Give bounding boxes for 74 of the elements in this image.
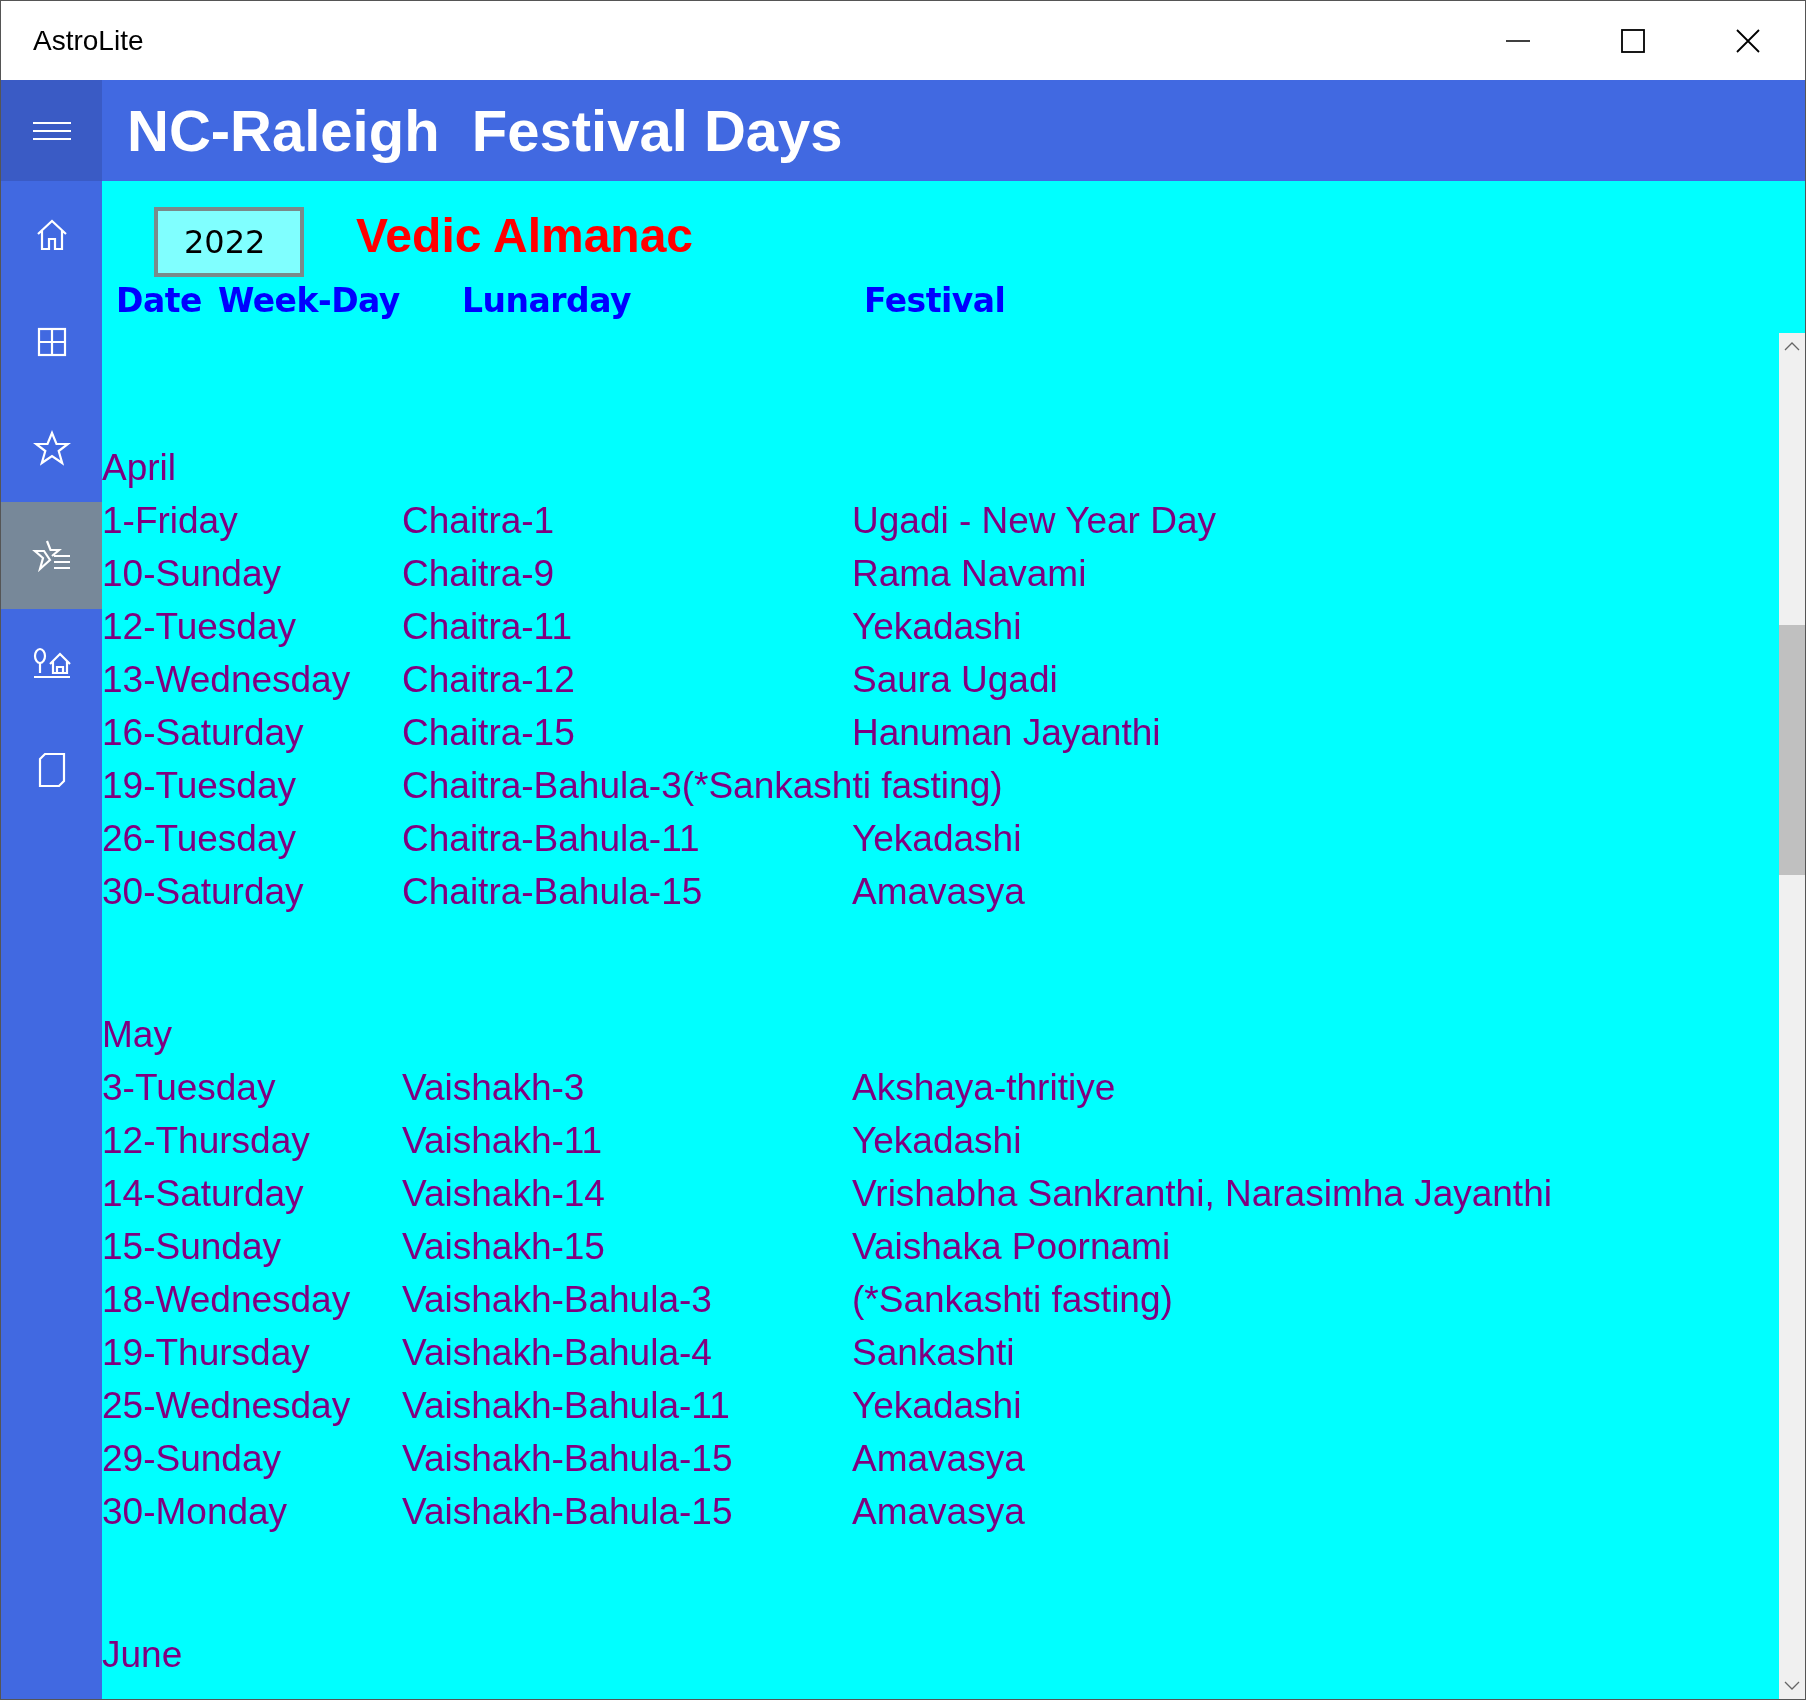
date-cell-text: 10-Sunday <box>102 552 281 596</box>
festival-cell-text: Sankashti <box>852 1331 1015 1375</box>
lunarday-cell-text: Vaishakh-Bahula-4 <box>402 1331 712 1375</box>
date-cell-text: 14-Saturday <box>102 1172 304 1216</box>
lunarday-cell-text: Chaitra-1 <box>402 499 555 543</box>
month-heading: April <box>102 446 177 490</box>
maximize-icon <box>1619 27 1646 54</box>
month-heading: May <box>102 1013 172 1057</box>
month-heading: June <box>102 1633 183 1677</box>
festival-cell-text: Saura Ugadi <box>852 658 1058 702</box>
date-cell-text: 12-Thursday <box>102 1119 310 1163</box>
year-field[interactable]: 2022 <box>154 207 304 277</box>
date-cell-text: 18-Wednesday <box>102 1278 351 1322</box>
festival-cell-text: Amavasya <box>852 1490 1025 1534</box>
festival-cell-text: Vrishabha Sankranthi, Narasimha Jayanthi <box>852 1172 1552 1216</box>
festival-cell-text: Yekadashi <box>852 1384 1022 1428</box>
date-cell-text: 30-Saturday <box>102 870 304 914</box>
date-cell-text: 3-Tuesday <box>102 1066 276 1110</box>
lunarday-cell-text: Vaishakh-3 <box>402 1066 585 1110</box>
column-header: Lunarday <box>462 281 631 320</box>
festival-cell-text: Yekadashi <box>852 817 1022 861</box>
lunarday-cell-text: Chaitra-11 <box>402 605 572 649</box>
scroll-thumb[interactable] <box>1779 625 1805 875</box>
festival-cell-text: Vaishaka Poornami <box>852 1225 1171 1269</box>
festival-cell-text: (*Sankashti fasting) <box>852 1278 1173 1322</box>
date-cell-text: 30-Monday <box>102 1490 288 1534</box>
lunarday-cell-text: Vaishakh-15 <box>402 1225 605 1269</box>
festival-cell-text: Akshaya-thritiye <box>852 1066 1116 1110</box>
almanac-title: Vedic Almanac <box>356 207 694 263</box>
scrollbar[interactable] <box>1779 333 1805 1699</box>
date-cell-text: 16-Saturday <box>102 711 304 755</box>
festival-cell-text: Yekadashi <box>852 605 1022 649</box>
date-cell-text: 15-Sunday <box>102 1225 281 1269</box>
date-cell-text: 1-Friday <box>102 499 238 543</box>
grid-icon <box>35 325 68 358</box>
date-cell-text: 29-Sunday <box>102 1437 281 1481</box>
date-cell-text: 19-Tuesday <box>102 764 296 808</box>
column-header: Date <box>116 281 202 320</box>
column-header: Festival <box>864 281 1006 320</box>
lunarday-cell-text: Vaishakh-11 <box>402 1119 603 1163</box>
lunarday-cell-text: Chaitra-Bahula-3(*Sankashti fasting) <box>402 764 1003 808</box>
date-cell-text: 25-Wednesday <box>102 1384 351 1428</box>
page-icon <box>36 750 67 789</box>
festival-cell-text: Rama Navami <box>852 552 1087 596</box>
festival-cell-text: Ugadi - New Year Day <box>852 499 1217 543</box>
date-cell-text: 12-Tuesday <box>102 605 296 649</box>
minimize-icon <box>1504 39 1531 42</box>
window-title: AstroLite <box>33 24 144 57</box>
date-cell-text: 19-Thursday <box>102 1331 310 1375</box>
page-title: NC-Raleigh Festival Days <box>127 97 843 164</box>
festival-cell-text: Amavasya <box>852 870 1025 914</box>
scroll-up-icon[interactable] <box>1784 341 1800 351</box>
lunarday-cell-text: Vaishakh-Bahula-15 <box>402 1490 733 1534</box>
lunarday-cell-text: Chaitra-9 <box>402 552 555 596</box>
scroll-down-icon[interactable] <box>1784 1681 1800 1691</box>
lunarday-cell-text: Chaitra-Bahula-11 <box>402 817 700 861</box>
lunarday-cell-text: Vaishakh-14 <box>402 1172 605 1216</box>
lunarday-cell-text: Chaitra-12 <box>402 658 575 702</box>
star-icon <box>32 429 71 468</box>
lunarday-cell-text: Vaishakh-Bahula-11 <box>402 1384 730 1428</box>
lunarday-cell-text: Chaitra-Bahula-15 <box>402 870 703 914</box>
date-cell-text: 13-Wednesday <box>102 658 351 702</box>
nav-item[interactable] <box>1 502 102 609</box>
lunarday-cell-text: Vaishakh-Bahula-3 <box>402 1278 712 1322</box>
tree-house-icon <box>31 646 72 679</box>
lunarday-cell-text: Vaishakh-Bahula-15 <box>402 1437 733 1481</box>
close-icon <box>1734 27 1761 54</box>
festival-cell-text: Hanuman Jayanthi <box>852 711 1161 755</box>
lunarday-cell-text: Chaitra-15 <box>402 711 575 755</box>
column-header: Week-Day <box>218 281 400 320</box>
menu-button[interactable] <box>1 80 102 181</box>
date-cell-text: 26-Tuesday <box>102 817 296 861</box>
festival-cell-text: Amavasya <box>852 1437 1025 1481</box>
festival-cell-text: Yekadashi <box>852 1119 1022 1163</box>
